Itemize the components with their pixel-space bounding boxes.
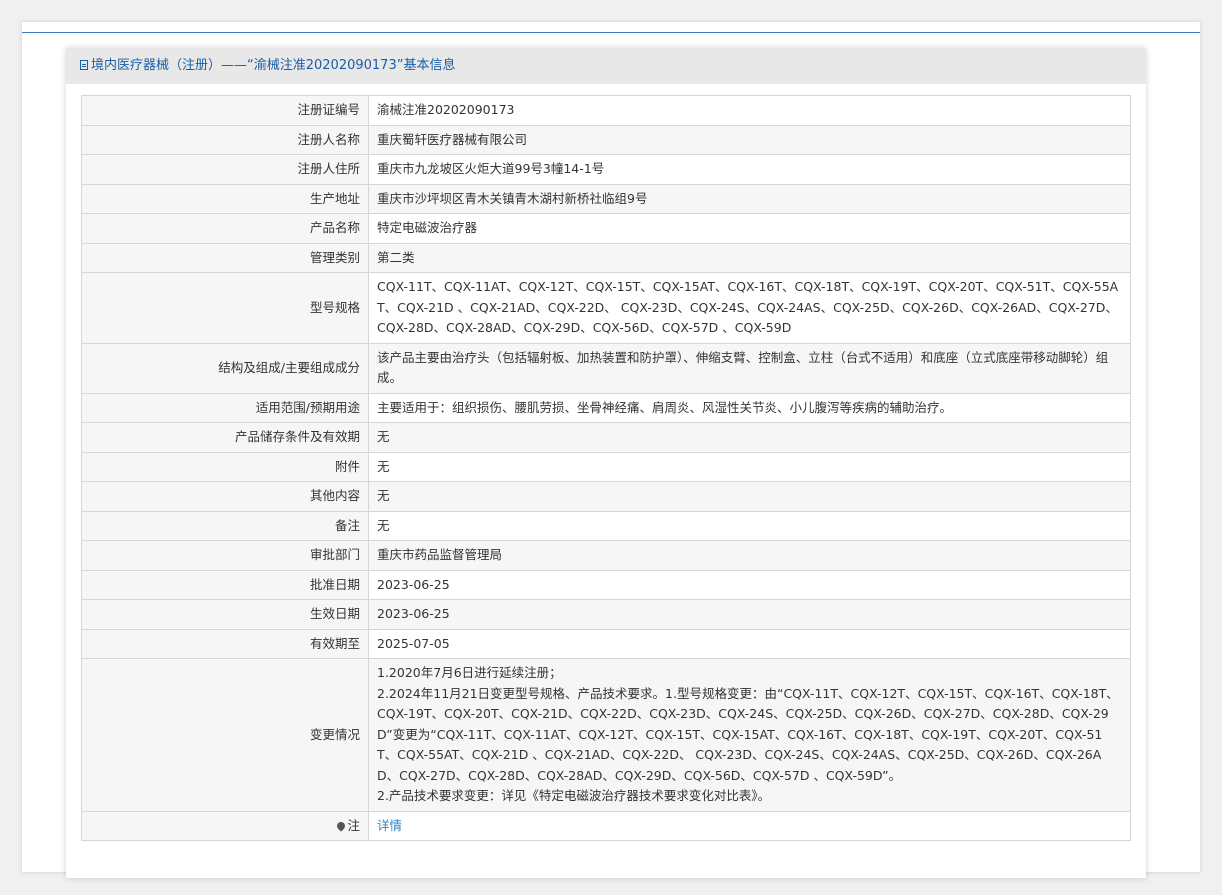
row-value: 无: [368, 451, 1131, 482]
detail-link[interactable]: 详情: [377, 818, 402, 833]
panel-title: 境内医疗器械（注册）——“渝械注准20202090173”基本信息: [91, 58, 456, 73]
changes-value: 1.2020年7月6日进行延续注册； 2.2024年11月21日变更型号规格、产…: [368, 658, 1131, 812]
table-row: 附件 无: [81, 451, 1131, 482]
panel-header: 境内医疗器械（注册）——“渝械注准20202090173”基本信息: [66, 48, 1146, 84]
changes-line-2: 2.2024年11月21日变更型号规格、产品技术要求。1.型号规格变更：由“CQ…: [377, 685, 1119, 783]
row-value: 无: [368, 422, 1131, 453]
row-label: 备注: [81, 510, 369, 541]
row-value: 该产品主要由治疗头（包括辐射板、加热装置和防护罩）、伸缩支臂、控制盒、立柱（台式…: [368, 342, 1131, 394]
row-value: 重庆市九龙坡区火炬大道99号3幢14-1号: [368, 154, 1131, 185]
note-label-cell: 注: [81, 810, 369, 841]
row-value: CQX-11T、CQX-11AT、CQX-12T、CQX-15T、CQX-15A…: [368, 272, 1131, 344]
row-value: 2023-06-25: [368, 599, 1131, 630]
note-row: 注 详情: [81, 810, 1131, 841]
row-label: 有效期至: [81, 628, 369, 659]
row-label: 结构及组成/主要组成成分: [81, 342, 369, 394]
top-divider: [22, 32, 1200, 33]
table-row: 产品储存条件及有效期 无: [81, 422, 1131, 453]
table-row: 备注 无: [81, 510, 1131, 541]
page-container: 境内医疗器械（注册）——“渝械注准20202090173”基本信息 注册证编号 …: [22, 22, 1200, 878]
table-row: 注册人住所 重庆市九龙坡区火炬大道99号3幢14-1号: [81, 154, 1131, 185]
info-table: 注册证编号 渝械注准20202090173 注册人名称 重庆蜀轩医疗器械有限公司…: [81, 95, 1131, 841]
changes-line-3: 2.产品技术要求变更：详见《特定电磁波治疗器技术要求变化对比表》。: [377, 788, 771, 803]
row-label: 型号规格: [81, 272, 369, 344]
changes-line-1: 1.2020年7月6日进行延续注册；: [377, 665, 562, 680]
info-panel: 境内医疗器械（注册）——“渝械注准20202090173”基本信息 注册证编号 …: [66, 48, 1146, 878]
row-value: 无: [368, 510, 1131, 541]
note-value: 详情: [368, 810, 1131, 841]
row-value: 2023-06-25: [368, 569, 1131, 600]
row-label: 其他内容: [81, 481, 369, 512]
row-value: 第二类: [368, 242, 1131, 273]
row-value: 主要适用于：组织损伤、腰肌劳损、坐骨神经痛、肩周炎、风湿性关节炎、小儿腹泻等疾病…: [368, 392, 1131, 423]
row-label: 生效日期: [81, 599, 369, 630]
table-row: 生效日期 2023-06-25: [81, 599, 1131, 630]
row-value: 渝械注准20202090173: [368, 95, 1131, 126]
row-label: 注册证编号: [81, 95, 369, 126]
table-row: 产品名称 特定电磁波治疗器: [81, 213, 1131, 244]
row-label: 产品名称: [81, 213, 369, 244]
row-label: 产品储存条件及有效期: [81, 422, 369, 453]
row-label: 适用范围/预期用途: [81, 392, 369, 423]
row-label: 附件: [81, 451, 369, 482]
note-label: 注: [347, 817, 360, 833]
row-label: 生产地址: [81, 183, 369, 214]
row-label: 注册人住所: [81, 154, 369, 185]
row-label: 批准日期: [81, 569, 369, 600]
row-value: 重庆蜀轩医疗器械有限公司: [368, 124, 1131, 155]
table-row: 有效期至 2025-07-05: [81, 628, 1131, 659]
table-row: 适用范围/预期用途 主要适用于：组织损伤、腰肌劳损、坐骨神经痛、肩周炎、风湿性关…: [81, 392, 1131, 423]
table-row: 生产地址 重庆市沙坪坝区青木关镇青木湖村新桥社临组9号: [81, 183, 1131, 214]
table-row: 管理类别 第二类: [81, 242, 1131, 273]
row-value: 重庆市沙坪坝区青木关镇青木湖村新桥社临组9号: [368, 183, 1131, 214]
pin-icon: [335, 819, 348, 832]
table-row: 注册证编号 渝械注准20202090173: [81, 95, 1131, 126]
table-row: 结构及组成/主要组成成分 该产品主要由治疗头（包括辐射板、加热装置和防护罩）、伸…: [81, 342, 1131, 394]
document-icon: [80, 60, 88, 70]
changes-label: 变更情况: [81, 658, 369, 812]
row-value: 重庆市药品监督管理局: [368, 540, 1131, 571]
row-label: 管理类别: [81, 242, 369, 273]
row-value: 无: [368, 481, 1131, 512]
row-value: 2025-07-05: [368, 628, 1131, 659]
table-row: 注册人名称 重庆蜀轩医疗器械有限公司: [81, 124, 1131, 155]
table-row: 批准日期 2023-06-25: [81, 569, 1131, 600]
row-label: 注册人名称: [81, 124, 369, 155]
table-row: 审批部门 重庆市药品监督管理局: [81, 540, 1131, 571]
row-value: 特定电磁波治疗器: [368, 213, 1131, 244]
row-label: 审批部门: [81, 540, 369, 571]
table-row: 型号规格 CQX-11T、CQX-11AT、CQX-12T、CQX-15T、CQ…: [81, 272, 1131, 344]
changes-row: 变更情况 1.2020年7月6日进行延续注册； 2.2024年11月21日变更型…: [81, 658, 1131, 812]
table-row: 其他内容 无: [81, 481, 1131, 512]
